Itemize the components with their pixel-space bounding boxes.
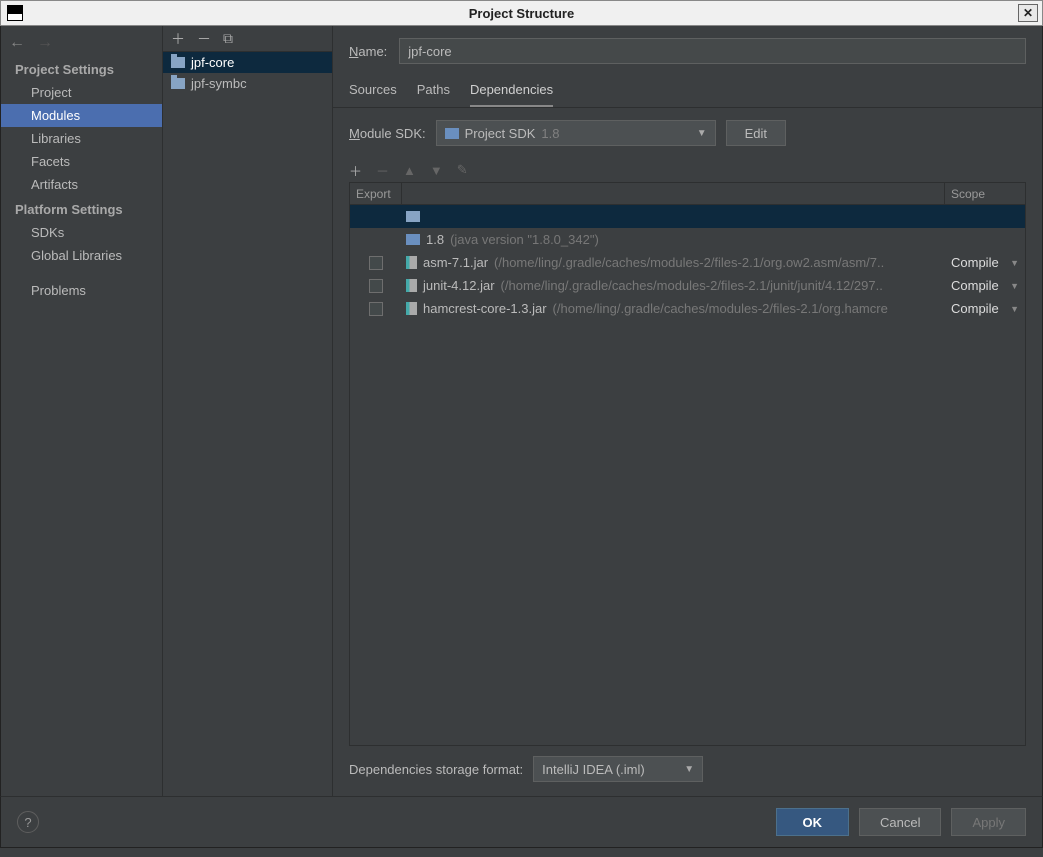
tab-dependencies[interactable]: Dependencies — [470, 78, 553, 107]
nav-forward-icon[interactable]: → — [37, 34, 53, 52]
folder-icon — [406, 211, 420, 222]
nav-item-libraries[interactable]: Libraries — [1, 127, 162, 150]
export-checkbox[interactable] — [369, 279, 383, 293]
copy-module-icon[interactable]: ⧉ — [223, 30, 233, 47]
chevron-down-icon: ▼ — [697, 128, 707, 139]
sdk-folder-icon — [445, 128, 459, 139]
scope-dropdown[interactable]: Compile▼ — [945, 255, 1025, 270]
move-down-icon[interactable]: ▼ — [430, 163, 443, 178]
library-icon — [406, 256, 417, 269]
column-header-scope[interactable]: Scope — [945, 183, 1025, 204]
export-checkbox[interactable] — [369, 302, 383, 316]
edit-dependency-icon[interactable]: ✎ — [457, 162, 468, 178]
module-sdk-dropdown[interactable]: Project SDK 1.8 ▼ — [436, 120, 716, 146]
window-app-icon — [7, 5, 23, 21]
tab-sources[interactable]: Sources — [349, 78, 397, 107]
name-label: Name: — [349, 44, 387, 59]
nav-item-problems[interactable]: Problems — [1, 279, 162, 302]
module-tabs: Sources Paths Dependencies — [333, 72, 1042, 108]
window-title: Project Structure — [469, 6, 574, 21]
jdk-icon — [406, 234, 420, 245]
table-row[interactable]: hamcrest-core-1.3.jar (/home/ling/.gradl… — [350, 297, 1025, 320]
remove-module-icon[interactable]: － — [197, 29, 211, 49]
storage-format-label: Dependencies storage format: — [349, 762, 523, 777]
module-item[interactable]: jpf-core — [163, 52, 332, 73]
chevron-down-icon: ▼ — [684, 764, 694, 775]
table-row[interactable]: 1.8 (java version "1.8.0_342") — [350, 228, 1025, 251]
cancel-button[interactable]: Cancel — [859, 808, 941, 836]
column-header-dependency[interactable] — [402, 183, 945, 204]
dependencies-table: Export Scope 1.8 (java version "1.8.0_34… — [349, 182, 1026, 746]
module-detail-panel: Name: Sources Paths Dependencies Module SD… — [333, 26, 1042, 796]
folder-icon — [171, 78, 185, 89]
table-row[interactable]: junit-4.12.jar (/home/ling/.gradle/cache… — [350, 274, 1025, 297]
edit-sdk-button[interactable]: Edit — [726, 120, 786, 146]
chevron-down-icon: ▼ — [1010, 304, 1019, 314]
dialog-footer: ? OK Cancel Apply — [0, 796, 1043, 848]
add-module-icon[interactable]: ＋ — [171, 29, 185, 49]
nav-item-project[interactable]: Project — [1, 81, 162, 104]
nav-back-icon[interactable]: ← — [9, 34, 25, 52]
storage-format-dropdown[interactable]: IntelliJ IDEA (.iml) ▼ — [533, 756, 703, 782]
chevron-down-icon: ▼ — [1010, 258, 1019, 268]
remove-dependency-icon[interactable]: － — [376, 161, 389, 180]
add-dependency-icon[interactable]: ＋ — [349, 161, 362, 180]
chevron-down-icon: ▼ — [1010, 281, 1019, 291]
nav-item-sdks[interactable]: SDKs — [1, 221, 162, 244]
platform-settings-header: Platform Settings — [1, 196, 162, 221]
table-row[interactable]: asm-7.1.jar (/home/ling/.gradle/caches/m… — [350, 251, 1025, 274]
module-item[interactable]: jpf-symbc — [163, 73, 332, 94]
table-row[interactable] — [350, 205, 1025, 228]
library-icon — [406, 302, 417, 315]
move-up-icon[interactable]: ▲ — [403, 163, 416, 178]
help-icon[interactable]: ? — [17, 811, 39, 833]
nav-item-modules[interactable]: Modules — [1, 104, 162, 127]
project-settings-header: Project Settings — [1, 56, 162, 81]
sdk-label: Module SDK: — [349, 126, 426, 141]
close-icon[interactable]: ✕ — [1018, 4, 1038, 22]
column-header-export[interactable]: Export — [350, 183, 402, 204]
tab-paths[interactable]: Paths — [417, 78, 450, 107]
module-name-input[interactable] — [399, 38, 1026, 64]
scope-dropdown[interactable]: Compile▼ — [945, 278, 1025, 293]
scope-dropdown[interactable]: Compile▼ — [945, 301, 1025, 316]
apply-button[interactable]: Apply — [951, 808, 1026, 836]
library-icon — [406, 279, 417, 292]
folder-icon — [171, 57, 185, 68]
ok-button[interactable]: OK — [776, 808, 850, 836]
nav-item-global-libraries[interactable]: Global Libraries — [1, 244, 162, 267]
nav-item-facets[interactable]: Facets — [1, 150, 162, 173]
module-list-panel: ＋ － ⧉ jpf-corejpf-symbc — [163, 26, 333, 796]
settings-nav: ← → Project Settings ProjectModulesLibra… — [1, 26, 163, 796]
main-area: ← → Project Settings ProjectModulesLibra… — [0, 26, 1043, 796]
export-checkbox[interactable] — [369, 256, 383, 270]
nav-item-artifacts[interactable]: Artifacts — [1, 173, 162, 196]
titlebar: Project Structure ✕ — [0, 0, 1043, 26]
